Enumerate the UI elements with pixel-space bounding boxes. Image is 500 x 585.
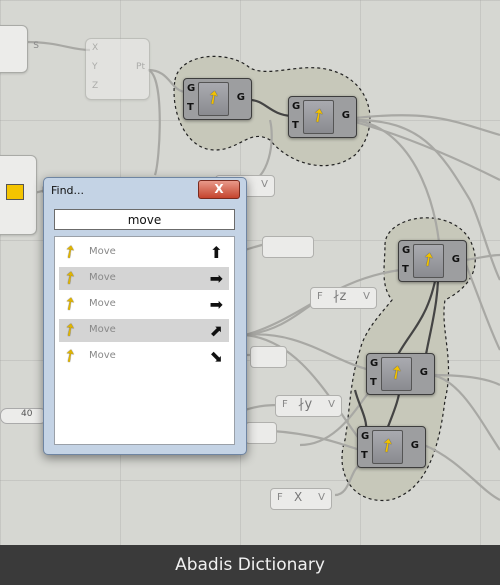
number-slider[interactable]: 40 [0,408,47,424]
node-4-output-g: G [419,367,428,378]
expression-component-4[interactable]: F X V [270,488,332,510]
results-list[interactable]: ➚ Move ⬆ ➚ Move ➡ ➚ Move ➡ ➚ Move ⬈ ➚ Mo [54,236,235,445]
expr-2-symbol: ∤z [333,289,347,304]
expr-1-output: V [261,179,268,190]
arrow-down-right-icon: ⬊ [209,347,223,366]
result-label: Move [89,246,116,257]
move-node-1[interactable]: G T ➚ G [183,78,252,120]
result-item-4[interactable]: ➚ Move ⬈ [58,317,229,343]
arrow-up-right-icon: ⬈ [209,321,223,340]
result-item-5[interactable]: ➚ Move ⬊ [58,343,229,369]
move-arrow-icon: ➚ [58,291,82,317]
construct-point-component[interactable]: X Y Z Pt [85,38,150,100]
node-5-input-g: G [361,431,370,442]
result-label: Move [89,298,116,309]
node-1-input-t: T [187,102,194,113]
result-item-2[interactable]: ➚ Move ➡ [58,265,229,291]
result-label: Move [89,272,116,283]
close-button[interactable]: X [198,180,240,199]
expr-2-input: F [317,291,323,302]
slider-value: 40 [21,409,33,419]
node-5-output-g: G [410,440,419,451]
arrow-up-icon: ⬆ [209,243,223,262]
expr-3-symbol: ∤y [298,397,313,412]
panel-component-3[interactable] [245,422,277,444]
move-arrow-icon: ➚ [58,265,82,291]
move-node-2[interactable]: G T ➚ G [288,96,357,138]
xyz-input-y: Y [92,62,98,72]
search-input[interactable]: move [54,209,235,230]
arrow-right-icon: ➡ [209,295,223,314]
move-arrow-icon: ➚ [58,343,82,369]
mid-left-component[interactable]: R [0,155,48,235]
top-left-output-label: S [33,41,39,51]
expr-4-symbol: X [294,490,303,504]
move-node-3[interactable]: G T ➚ G [398,240,467,282]
footer-banner: Abadis Dictionary [0,545,500,585]
node-5-input-t: T [361,450,368,461]
node-2-input-t: T [292,120,299,131]
node-1-output-g: G [236,92,245,103]
expr-2-output: V [363,291,370,302]
move-node-5[interactable]: G T ➚ G [357,426,426,468]
node-2-output-g: G [341,110,350,121]
grasshopper-canvas[interactable]: S X Y Z Pt R V F ∤z V F ∤y V F X V 40 G … [0,0,500,545]
panel-component-1[interactable] [262,236,314,258]
move-node-4[interactable]: G T ➚ G [366,353,435,395]
find-dialog-title: Find... [51,184,85,197]
move-arrow-icon: ➚ [58,317,82,343]
node-3-input-g: G [402,245,411,256]
expression-component-2[interactable]: F ∤z V [310,287,377,309]
xyz-input-z: Z [92,81,99,91]
expr-3-output: V [328,399,335,410]
result-item-1[interactable]: ➚ Move ⬆ [58,239,229,265]
node-3-output-g: G [451,254,460,265]
arrow-right-icon: ➡ [209,269,223,288]
node-4-input-g: G [370,358,379,369]
expr-4-output: V [318,492,325,503]
move-arrow-icon: ➚ [58,239,82,265]
panel-component-2[interactable] [250,346,287,368]
result-item-3[interactable]: ➚ Move ➡ [58,291,229,317]
find-dialog: Find... X move ➚ Move ⬆ ➚ Move ➡ ➚ Move … [43,177,247,455]
xyz-output-pt: Pt [136,62,145,72]
result-label: Move [89,324,116,335]
node-3-input-t: T [402,264,409,275]
top-left-component[interactable]: S [0,25,39,73]
result-label: Move [89,350,116,361]
node-2-input-g: G [292,101,301,112]
expr-4-input: F [277,492,283,503]
expression-component-3[interactable]: F ∤y V [275,395,342,417]
expr-3-input: F [282,399,288,410]
box-icon [6,184,24,200]
node-4-input-t: T [370,377,377,388]
xyz-input-x: X [92,43,99,53]
node-1-input-g: G [187,83,196,94]
